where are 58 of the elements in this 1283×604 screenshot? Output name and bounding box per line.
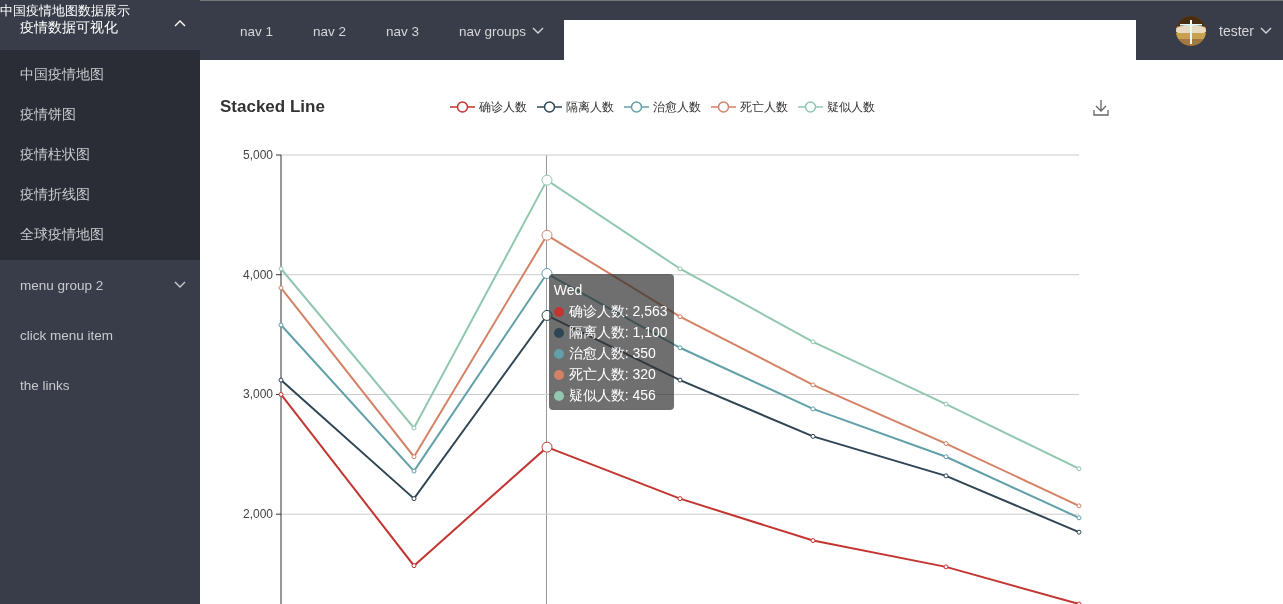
data-point[interactable] (1076, 601, 1082, 604)
data-point[interactable] (677, 377, 683, 383)
legend-item[interactable]: 隔离人数 (537, 98, 614, 116)
caret-icon (174, 19, 186, 27)
download-icon[interactable] (1093, 98, 1109, 116)
data-point[interactable] (411, 563, 417, 569)
data-point[interactable] (278, 391, 284, 397)
chart-title: Stacked Line (220, 97, 326, 117)
nav-item[interactable]: nav 3 (366, 1, 440, 61)
legend-item[interactable]: 死亡人数 (711, 98, 788, 116)
legend-marker-icon (450, 100, 475, 114)
legend-item[interactable]: 确诊人数 (450, 98, 527, 116)
data-point[interactable] (810, 538, 816, 544)
tick-mark (275, 513, 282, 515)
tick-mark (275, 154, 282, 156)
data-point[interactable] (1076, 529, 1082, 535)
tooltip-value: 隔离人数: 1,100 (568, 323, 668, 342)
nav-item[interactable]: nav 2 (293, 1, 367, 61)
tooltip-value: 确诊人数: 2,563 (568, 302, 668, 321)
data-point[interactable] (943, 473, 949, 479)
data-point[interactable] (541, 268, 553, 280)
axis-label: 4,000 (242, 267, 273, 282)
tooltip-title: Wed (553, 281, 584, 300)
data-point[interactable] (677, 496, 683, 502)
tooltip-value: 治愈人数: 350 (568, 344, 656, 363)
legend-marker-icon (798, 100, 823, 114)
legend-marker-icon (624, 100, 649, 114)
caret-icon (1260, 26, 1272, 35)
menu-item[interactable]: click menu item (0, 310, 200, 360)
data-point[interactable] (411, 496, 417, 502)
axis-label: 5,000 (242, 148, 273, 162)
caret-icon (531, 27, 544, 35)
caret-icon (174, 281, 186, 289)
legend-item[interactable]: 治愈人数 (624, 98, 701, 116)
data-point[interactable] (541, 441, 553, 453)
menu-item[interactable]: 全球疫情地图 (0, 215, 200, 255)
tooltip-value: 疑似人数: 456 (568, 386, 656, 405)
tick-mark (275, 274, 282, 276)
legend-marker-icon (711, 100, 736, 114)
menu-group[interactable]: 疫情数据可视化 (0, 19, 200, 50)
data-point[interactable] (810, 433, 816, 439)
menu-group[interactable]: menu group 2 (0, 260, 200, 310)
menu-item[interactable]: 疫情柱状图 (0, 135, 200, 175)
menu-item[interactable]: 疫情饼图 (0, 95, 200, 135)
menu-item[interactable]: 中国疫情地图 (0, 55, 200, 95)
data-point[interactable] (943, 564, 949, 570)
axis-label: 3,000 (242, 387, 273, 402)
nav-item[interactable]: nav groups (439, 1, 564, 61)
menu-item[interactable]: the links (0, 360, 200, 410)
menu-item[interactable]: 疫情折线图 (0, 175, 200, 215)
data-point[interactable] (278, 377, 284, 383)
axis-label: 2,000 (242, 507, 273, 522)
tooltip-value: 死亡人数: 320 (568, 365, 656, 384)
nav-item[interactable]: nav 1 (220, 1, 294, 61)
app-title: 中国疫情地图数据展示 (0, 2, 131, 19)
legend-item[interactable]: 疑似人数 (798, 98, 875, 116)
legend-marker-icon (537, 100, 562, 114)
user-menu[interactable]: tester (1219, 22, 1272, 39)
